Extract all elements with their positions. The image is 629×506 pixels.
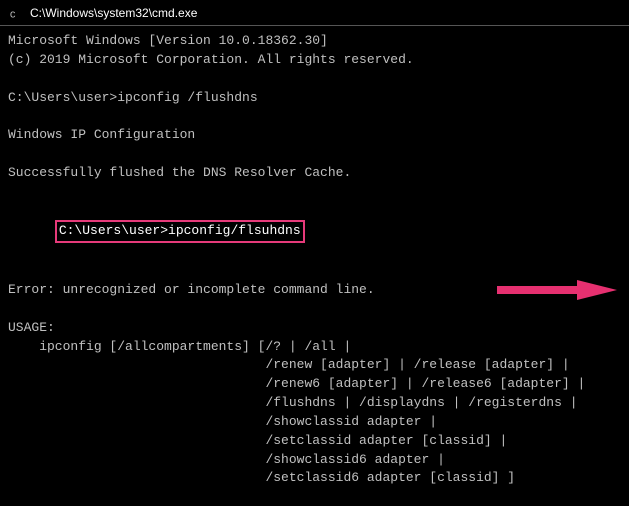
line-5 [8,107,621,126]
error-line: Error: unrecognized or incomplete comman… [8,281,621,300]
line-16: /renew [adapter] | /release [adapter] | [8,356,621,375]
line-2: (c) 2019 Microsoft Corporation. All righ… [8,51,621,70]
title-bar: C C:\Windows\system32\cmd.exe [0,0,629,26]
line-7 [8,145,621,164]
svg-text:C: C [10,9,16,20]
line-21: /showclassid6 adapter | [8,451,621,470]
arrow-indicator [497,276,617,304]
line-19: /showclassid adapter | [8,413,621,432]
error-text: Error: unrecognized or incomplete comman… [8,281,375,300]
line-highlighted-cmd: C:\Users\user>ipconfig/flsuhdns [8,202,621,263]
line-3 [8,70,621,89]
line-15: ipconfig [/allcompartments] [/? | /all | [8,338,621,357]
cmd-window: C C:\Windows\system32\cmd.exe Microsoft … [0,0,629,506]
highlighted-command: C:\Users\user>ipconfig/flsuhdns [55,220,305,243]
title-bar-text: C:\Windows\system32\cmd.exe [30,6,621,20]
line-23 [8,488,621,506]
line-4: C:\Users\user>ipconfig /flushdns [8,89,621,108]
arrow-svg [497,276,617,304]
line-6: Windows IP Configuration [8,126,621,145]
line-8: Successfully flushed the DNS Resolver Ca… [8,164,621,183]
line-usage: USAGE: [8,319,621,338]
line-9 [8,183,621,202]
line-18: /flushdns | /displaydns | /registerdns | [8,394,621,413]
line-1: Microsoft Windows [Version 10.0.18362.30… [8,32,621,51]
line-20: /setclassid adapter [classid] | [8,432,621,451]
cmd-icon: C [8,5,24,21]
line-22: /setclassid6 adapter [classid] ] [8,469,621,488]
terminal-body[interactable]: Microsoft Windows [Version 10.0.18362.30… [0,26,629,506]
line-17: /renew6 [adapter] | /release6 [adapter] … [8,375,621,394]
